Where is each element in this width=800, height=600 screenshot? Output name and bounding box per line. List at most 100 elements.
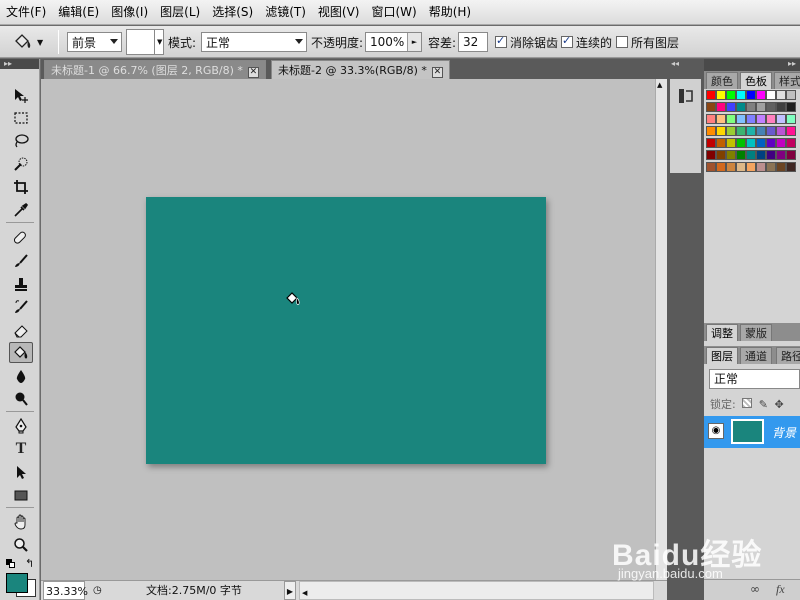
tab-document-2[interactable]: 未标题-2 @ 33.3%(RGB/8) * ✕ — [271, 60, 450, 79]
close-icon[interactable]: ✕ — [431, 67, 443, 78]
foreground-color-swatch[interactable] — [6, 573, 28, 593]
color-swatch[interactable] — [786, 102, 796, 112]
color-swatch[interactable] — [716, 114, 726, 124]
color-swatch[interactable] — [726, 162, 736, 172]
color-swatch[interactable] — [726, 138, 736, 148]
history-panel-button[interactable] — [670, 79, 701, 173]
color-swatch[interactable] — [726, 90, 736, 100]
collapse-handle[interactable]: ▸▸ — [0, 59, 39, 69]
dodge-tool-icon[interactable] — [9, 388, 33, 409]
color-swatch[interactable] — [736, 126, 746, 136]
tolerance-input[interactable]: 32 — [458, 32, 488, 52]
lock-paint-icon[interactable]: ✎ — [759, 398, 768, 411]
menu-window[interactable]: 窗口(W) — [365, 0, 422, 25]
collapse-icon[interactable]: ▸▸ — [788, 59, 796, 68]
color-swatch[interactable] — [736, 90, 746, 100]
close-icon[interactable]: ✕ — [247, 67, 259, 78]
brush-tool-icon[interactable] — [9, 250, 33, 271]
tab-channels[interactable]: 通道 — [740, 347, 772, 364]
blur-tool-icon[interactable] — [9, 365, 33, 386]
color-swatch[interactable] — [756, 162, 766, 172]
clone-stamp-tool-icon[interactable] — [9, 273, 33, 294]
color-swatch[interactable] — [756, 102, 766, 112]
layer-blend-mode-select[interactable]: 正常 — [709, 369, 800, 389]
color-swatch[interactable] — [766, 114, 776, 124]
color-swatch[interactable] — [786, 126, 796, 136]
color-swatch[interactable] — [776, 90, 786, 100]
path-selection-tool-icon[interactable] — [9, 461, 33, 482]
antialias-checkbox[interactable]: 消除锯齿 — [495, 26, 558, 58]
color-swatch[interactable] — [786, 150, 796, 160]
menu-select[interactable]: 选择(S) — [206, 0, 259, 25]
color-swatch[interactable] — [776, 126, 786, 136]
color-swatch[interactable] — [756, 90, 766, 100]
tab-adjustments[interactable]: 调整 — [706, 324, 738, 341]
color-swatch[interactable] — [726, 102, 736, 112]
hand-tool-icon[interactable] — [9, 511, 33, 532]
tab-layers[interactable]: 图层 — [706, 347, 738, 364]
horizontal-scrollbar[interactable]: ◀ — [299, 581, 654, 600]
color-swatch[interactable] — [766, 138, 776, 148]
color-swatch[interactable] — [706, 162, 716, 172]
color-swatch[interactable] — [706, 102, 716, 112]
color-swatch[interactable] — [746, 126, 756, 136]
menu-file[interactable]: 文件(F) — [0, 0, 52, 25]
vertical-scrollbar[interactable]: ▲ — [655, 79, 667, 580]
swap-colors-icon[interactable]: ↰ — [25, 557, 34, 570]
link-layers-icon[interactable]: ∞ — [750, 582, 760, 596]
tab-document-1[interactable]: 未标题-1 @ 66.7% (图层 2, RGB/8) * ✕ — [44, 60, 266, 79]
move-tool-icon[interactable] — [9, 84, 33, 105]
color-swatch[interactable] — [776, 150, 786, 160]
color-swatch[interactable] — [716, 102, 726, 112]
color-swatch[interactable] — [716, 90, 726, 100]
opacity-input[interactable]: 100% ► — [365, 32, 422, 52]
layer-style-icon[interactable]: fx — [776, 582, 785, 597]
eyedropper-tool-icon[interactable] — [9, 199, 33, 220]
color-swatch[interactable] — [746, 114, 756, 124]
color-swatch[interactable] — [746, 102, 756, 112]
color-swatch[interactable] — [736, 150, 746, 160]
color-swatch[interactable] — [726, 150, 736, 160]
layer-row-background[interactable]: ◉ 背景 — [704, 416, 800, 448]
color-swatch[interactable] — [716, 126, 726, 136]
color-swatch[interactable] — [706, 90, 716, 100]
color-swatch[interactable] — [706, 150, 716, 160]
scroll-left-arrow-icon[interactable]: ◀ — [302, 589, 307, 597]
color-swatch[interactable] — [716, 162, 726, 172]
eraser-tool-icon[interactable] — [9, 319, 33, 340]
zoom-level-field[interactable]: 33.33% — [43, 581, 88, 600]
color-swatch[interactable] — [716, 138, 726, 148]
tab-color[interactable]: 颜色 — [706, 72, 738, 89]
color-swatch[interactable] — [736, 102, 746, 112]
menu-filter[interactable]: 滤镜(T) — [259, 0, 312, 25]
color-swatch[interactable] — [756, 138, 766, 148]
paint-bucket-tool-icon[interactable] — [9, 342, 33, 363]
color-swatch[interactable] — [766, 150, 776, 160]
color-swatch[interactable] — [786, 138, 796, 148]
menu-layer[interactable]: 图层(L) — [154, 0, 206, 25]
marquee-tool-icon[interactable] — [9, 107, 33, 128]
all-layers-checkbox[interactable]: 所有图层 — [616, 26, 679, 58]
color-swatch[interactable] — [756, 150, 766, 160]
color-swatch[interactable] — [766, 90, 776, 100]
tool-preset-picker[interactable]: ▼ — [12, 26, 43, 58]
status-menu-arrow-icon[interactable]: ▶ — [284, 581, 296, 600]
color-swatch[interactable] — [776, 114, 786, 124]
color-swatch[interactable] — [746, 150, 756, 160]
color-swatch[interactable] — [786, 114, 796, 124]
menu-image[interactable]: 图像(I) — [105, 0, 154, 25]
pattern-picker[interactable]: ▼ — [126, 29, 164, 55]
color-swatch[interactable] — [746, 138, 756, 148]
pen-tool-icon[interactable] — [9, 415, 33, 436]
tab-masks[interactable]: 蒙版 — [740, 324, 772, 341]
fill-source-select[interactable]: 前景 — [67, 32, 122, 52]
color-swatch[interactable] — [706, 126, 716, 136]
tab-styles[interactable]: 样式 — [774, 72, 800, 89]
color-swatch[interactable] — [736, 162, 746, 172]
default-colors-icon[interactable] — [6, 559, 15, 568]
color-swatch[interactable] — [706, 114, 716, 124]
color-swatch[interactable] — [776, 162, 786, 172]
color-swatch[interactable] — [766, 126, 776, 136]
color-swatch[interactable] — [766, 102, 776, 112]
lock-transparent-icon[interactable] — [742, 398, 753, 408]
